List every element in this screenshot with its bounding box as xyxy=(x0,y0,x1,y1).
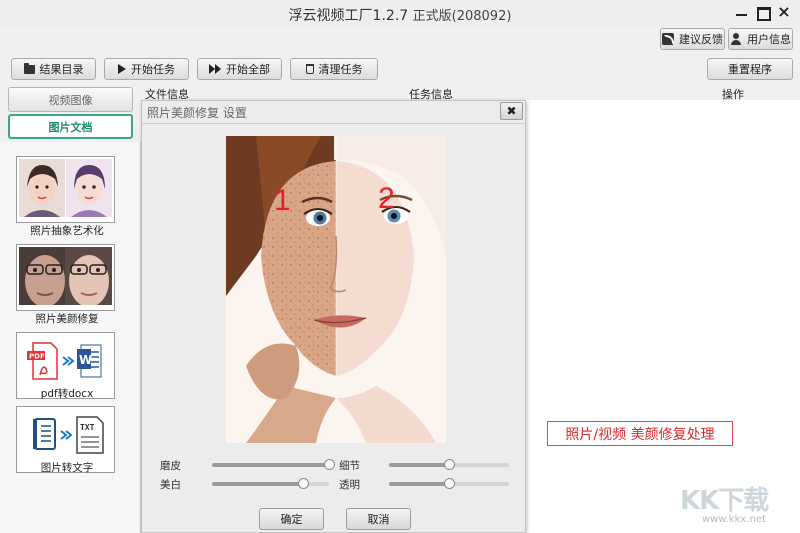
smooth-slider-fill xyxy=(212,463,329,467)
reset-program-button[interactable]: 重置程序 xyxy=(707,58,793,80)
svg-text:W: W xyxy=(79,353,92,367)
user-info-label: 用户信息 xyxy=(747,33,791,46)
tool-label-portrait-art: 照片抽象艺术化 xyxy=(30,225,104,237)
svg-text:TXT: TXT xyxy=(80,423,95,432)
tool-label-pdf-to-docx: pdf转docx xyxy=(40,388,94,400)
opacity-slider-handle[interactable] xyxy=(444,478,455,489)
start-task-button[interactable]: 开始任务 xyxy=(104,58,189,80)
whiten-slider-handle[interactable] xyxy=(298,478,310,489)
slider-label-opacity: 透明 xyxy=(339,479,360,491)
maximize-button[interactable] xyxy=(755,4,771,21)
whiten-slider[interactable] xyxy=(212,478,329,489)
ok-button[interactable]: 确定 xyxy=(259,508,324,530)
tool-card-portrait-art[interactable] xyxy=(16,156,115,223)
smooth-slider-handle[interactable] xyxy=(324,459,335,470)
result-dir-label: 结果目录 xyxy=(39,63,84,76)
start-all-button[interactable]: 开始全部 xyxy=(197,58,282,80)
slider-label-whiten: 美白 xyxy=(160,479,181,491)
detail-slider-fill xyxy=(389,463,449,467)
opacity-slider[interactable] xyxy=(389,478,509,489)
feedback-button[interactable]: 建议反馈 xyxy=(660,28,725,50)
fast-forward-icon xyxy=(209,64,221,74)
beauty-retouch-icon xyxy=(19,247,112,305)
preview-image: 1 2 xyxy=(226,136,446,443)
detail-slider[interactable] xyxy=(389,459,509,470)
reset-program-label: 重置程序 xyxy=(728,63,772,76)
tool-label-image-to-text: 图片转文字 xyxy=(40,462,94,474)
slider-label-smooth: 磨皮 xyxy=(160,460,181,472)
dialog-close-button[interactable]: ✖ xyxy=(500,102,523,120)
start-task-label: 开始任务 xyxy=(131,63,175,76)
app-name: 浮云视频工厂1.2.7 xyxy=(288,8,409,24)
watermark-url: www.kkx.net xyxy=(702,514,766,525)
window-title: 浮云视频工厂1.2.7 正式版(208092) xyxy=(0,5,800,25)
detail-slider-handle[interactable] xyxy=(444,459,455,470)
tool-label-beauty-retouch: 照片美颜修复 xyxy=(35,313,99,325)
feedback-label: 建议反馈 xyxy=(679,33,723,46)
dialog-divider xyxy=(142,123,525,124)
dialog-title: 照片美颜修复 设置 xyxy=(147,106,247,120)
beauty-settings-dialog: 照片美颜修复 设置 ✖ 1 2 磨皮 细节 美白 透明 确定 取消 xyxy=(141,100,526,533)
whiten-slider-fill xyxy=(212,482,304,486)
tab-video-image[interactable]: 视频图像 xyxy=(8,87,133,112)
user-info-button[interactable]: 用户信息 xyxy=(728,28,793,50)
folder-icon xyxy=(23,62,35,74)
clear-tasks-label: 清理任务 xyxy=(318,63,363,76)
minimize-button[interactable] xyxy=(734,4,750,20)
pdf-to-word-icon: PDF W xyxy=(19,335,112,393)
svg-text:PDF: PDF xyxy=(29,353,45,361)
user-icon xyxy=(730,33,742,45)
preview-mark-after: 2 xyxy=(378,182,395,215)
start-all-label: 开始全部 xyxy=(226,63,270,76)
tab-image-document[interactable]: 图片文档 xyxy=(8,114,133,139)
image-to-text-icon: TXT xyxy=(19,409,112,467)
title-bar: 浮云视频工厂1.2.7 正式版(208092) × xyxy=(0,0,800,28)
trash-icon xyxy=(305,64,314,74)
portrait-art-icon xyxy=(19,159,112,217)
opacity-slider-fill xyxy=(389,482,449,486)
watermark-logo: KK下载 xyxy=(680,486,769,516)
smooth-slider[interactable] xyxy=(212,459,335,470)
slider-label-detail: 细节 xyxy=(339,460,360,472)
promo-banner: 照片/视频 美颜修复处理 xyxy=(547,421,733,446)
clear-tasks-button[interactable]: 清理任务 xyxy=(290,58,378,80)
play-icon xyxy=(118,64,126,74)
result-dir-button[interactable]: 结果目录 xyxy=(11,58,96,80)
app-edition: 正式版(208092) xyxy=(412,9,512,24)
cancel-button[interactable]: 取消 xyxy=(346,508,411,530)
tool-card-beauty-retouch[interactable] xyxy=(16,244,115,311)
rss-icon xyxy=(662,33,674,45)
window-close-button[interactable]: × xyxy=(776,4,792,20)
preview-mark-before: 1 xyxy=(274,184,291,217)
